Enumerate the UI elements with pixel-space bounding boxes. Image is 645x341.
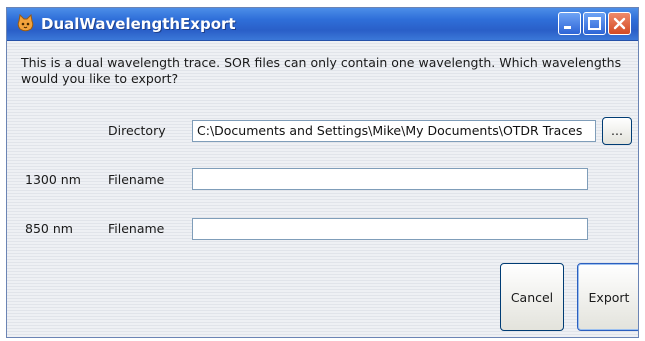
app-cat-icon — [17, 14, 34, 32]
instruction-text: This is a dual wavelength trace. SOR fil… — [21, 55, 622, 86]
close-button[interactable] — [608, 12, 631, 35]
minimize-button[interactable] — [558, 12, 581, 35]
filename-850-input[interactable] — [192, 218, 588, 240]
filename-1300-label: Filename — [108, 172, 165, 187]
title-bar[interactable]: DualWavelengthExport — [7, 8, 638, 41]
dialog-content: This is a dual wavelength trace. SOR fil… — [7, 41, 638, 337]
cancel-button[interactable]: Cancel — [500, 263, 564, 331]
maximize-icon — [588, 17, 601, 30]
minimize-icon — [564, 26, 571, 29]
directory-field[interactable]: C:\Documents and Settings\Mike\My Docume… — [192, 120, 596, 142]
directory-label: Directory — [108, 123, 166, 138]
browse-button[interactable]: ... — [602, 117, 632, 145]
wavelength-850-label: 850 nm — [25, 221, 73, 236]
maximize-button[interactable] — [583, 12, 606, 35]
export-dialog-window: DualWavelengthExport This is a dual wave… — [6, 7, 639, 338]
close-icon — [613, 17, 626, 30]
window-title: DualWavelengthExport — [41, 15, 236, 33]
filename-1300-input[interactable] — [192, 168, 588, 190]
filename-850-label: Filename — [108, 221, 165, 236]
wavelength-1300-label: 1300 nm — [25, 172, 81, 187]
export-button[interactable]: Export — [577, 263, 638, 331]
